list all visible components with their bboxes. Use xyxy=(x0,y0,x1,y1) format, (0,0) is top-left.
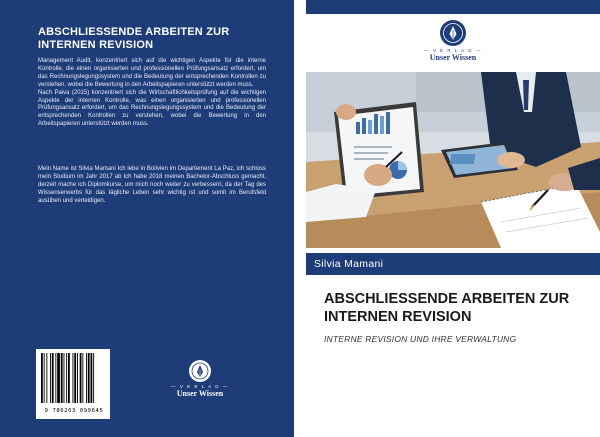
back-description-paragraph-1: Management Audit, konzentriert sich auf … xyxy=(38,58,266,88)
back-title: ABSCHLIESSENDE ARBEITEN ZUR INTERNEN REV… xyxy=(38,26,230,51)
publisher-logo-back: — V E R L A G — Unser Wissen xyxy=(168,360,232,398)
front-subtitle: INTERNE REVISION UND IHRE VERWALTUNG xyxy=(324,334,517,344)
pen-nib-in-circle-icon xyxy=(440,20,466,46)
back-description: Management Audit, konzentriert sich auf … xyxy=(38,58,266,129)
author-name: Silvia Mamani xyxy=(314,258,384,270)
publisher-logo-front: — V E R L A G — Unser Wissen xyxy=(306,20,600,62)
author-bio: Mein Name ist Silvia Mamani Ich lebe in … xyxy=(38,166,266,204)
front-title: ABSCHLIESSENDE ARBEITEN ZUR INTERNEN REV… xyxy=(324,291,570,325)
author-bar: Silvia Mamani xyxy=(306,253,600,275)
barcode-number: 9 786203 099645 xyxy=(44,408,104,414)
front-top-band xyxy=(306,0,600,14)
barcode-bars xyxy=(41,353,95,403)
cover-photo xyxy=(306,72,600,248)
pen-nib-in-circle-icon xyxy=(189,360,211,382)
front-cover: — V E R L A G — Unser Wissen Silvia Mama… xyxy=(306,0,600,437)
publisher-name: Unser Wissen xyxy=(429,53,477,62)
back-cover: ABSCHLIESSENDE ARBEITEN ZUR INTERNEN REV… xyxy=(0,0,294,437)
barcode: 9 786203 099645 xyxy=(36,349,110,419)
back-description-paragraph-2: Nach Paiva (2015) konzentriert sich die … xyxy=(38,89,266,128)
spine xyxy=(294,0,306,437)
publisher-name: Unser Wissen xyxy=(176,389,224,398)
